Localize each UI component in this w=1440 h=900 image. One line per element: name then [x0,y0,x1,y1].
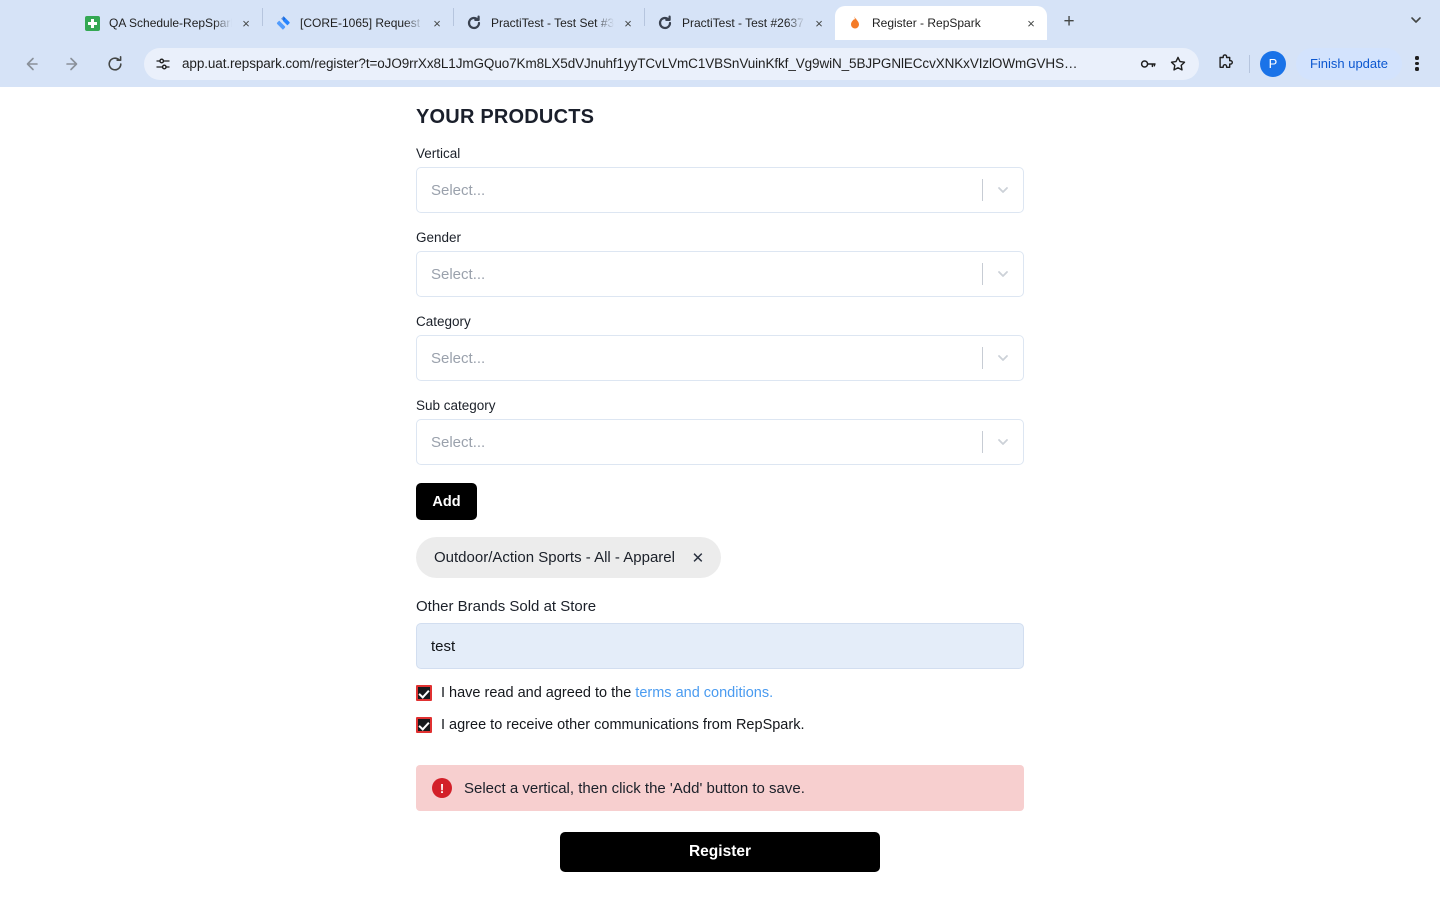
product-chip: Outdoor/Action Sports - All - Apparel ✕ [416,537,721,578]
address-bar[interactable]: app.uat.repspark.com/register?t=oJO9rrXx… [144,47,1199,80]
jira-icon [275,15,291,31]
browser-tab-register-repspark[interactable]: Register - RepSpark × [835,6,1047,40]
repspark-flame-icon [847,15,863,31]
terms-and-conditions-link[interactable]: terms and conditions. [635,685,773,701]
close-icon[interactable]: ✕ [683,543,713,573]
url-text: app.uat.repspark.com/register?t=oJO9rrXx… [182,56,1078,71]
select-gender[interactable]: Select... [416,251,1024,297]
tab-title: QA Schedule-RepSpark - Goo [109,16,232,30]
error-alert: ! Select a vertical, then click the 'Add… [416,765,1024,811]
terms-checkbox[interactable] [416,685,432,701]
select-category-value: Select... [431,349,486,367]
label-vertical: Vertical [416,146,461,161]
chevron-down-icon[interactable] [1402,6,1430,34]
terms-text: I have read and agreed to the [441,685,636,701]
communications-checkbox[interactable] [416,717,432,733]
label-category: Category [416,314,471,329]
select-category[interactable]: Select... [416,335,1024,381]
tab-close-icon[interactable]: × [236,13,256,33]
select-vertical[interactable]: Select... [416,167,1024,213]
tab-strip: QA Schedule-RepSpark - Goo × [CORE-1065]… [0,0,1440,40]
label-gender: Gender [416,230,462,245]
tab-title: PractiTest - Test #2637 - Veri [682,16,805,30]
select-sub-category[interactable]: Select... [416,419,1024,465]
error-exclamation-icon: ! [432,778,452,798]
chrome-menu-kebab-icon[interactable] [1404,49,1430,79]
password-key-icon[interactable] [1135,51,1161,77]
registration-form: YOUR PRODUCTS Vertical Select... Gender … [416,87,1024,872]
site-settings-icon[interactable] [150,51,176,77]
page-title: YOUR PRODUCTS [416,106,595,128]
google-sheets-icon [84,15,100,31]
extensions-puzzle-icon[interactable] [1211,49,1241,79]
tab-strip-right-controls [1402,0,1440,40]
browser-tab-qa-schedule[interactable]: QA Schedule-RepSpark - Goo × [72,6,262,40]
register-button-row: Register [416,832,1024,872]
label-sub-category: Sub category [416,398,496,413]
browser-chrome: QA Schedule-RepSpark - Goo × [CORE-1065]… [0,0,1440,87]
add-button[interactable]: Add [416,483,477,520]
tab-close-icon[interactable]: × [618,13,638,33]
error-alert-message: Select a vertical, then click the 'Add' … [464,779,805,797]
tab-title: [CORE-1065] Request Acces [300,16,423,30]
bookmark-star-icon[interactable] [1165,51,1191,77]
forward-icon[interactable] [58,49,88,79]
practitest-icon [466,15,482,31]
register-button[interactable]: Register [560,832,880,872]
reload-icon[interactable] [100,49,130,79]
chevron-down-icon[interactable] [983,167,1023,213]
chevron-down-icon[interactable] [983,335,1023,381]
tab-close-icon[interactable]: × [809,13,829,33]
back-icon[interactable] [16,49,46,79]
browser-tab-core-1065[interactable]: [CORE-1065] Request Acces × [263,6,453,40]
browser-tab-practitest-369[interactable]: PractiTest - Test Set #369 - R × [454,6,644,40]
communications-checkbox-label: I agree to receive other communications … [441,717,805,733]
page-content: YOUR PRODUCTS Vertical Select... Gender … [0,87,1440,900]
other-brands-input[interactable] [416,623,1024,669]
new-tab-button[interactable]: + [1055,8,1083,36]
select-gender-value: Select... [431,265,486,283]
communications-checkbox-row[interactable]: I agree to receive other communications … [416,717,1024,733]
label-other-brands: Other Brands Sold at Store [416,598,597,615]
tab-title: Register - RepSpark [872,16,981,30]
terms-checkbox-label: I have read and agreed to the terms and … [441,685,773,701]
add-button-row: Add [416,465,1024,520]
select-vertical-value: Select... [431,181,486,199]
chevron-down-icon[interactable] [983,251,1023,297]
practitest-icon [657,15,673,31]
selected-products-chips: Outdoor/Action Sports - All - Apparel ✕ [416,537,1024,578]
tab-title: PractiTest - Test Set #369 - R [491,16,614,30]
terms-checkbox-row[interactable]: I have read and agreed to the terms and … [416,685,1024,701]
toolbar-divider [1248,54,1250,73]
profile-avatar[interactable]: P [1259,50,1286,77]
tab-close-icon[interactable]: × [1021,13,1041,33]
browser-tab-practitest-2637[interactable]: PractiTest - Test #2637 - Veri × [645,6,835,40]
select-sub-category-value: Select... [431,433,486,451]
browser-toolbar: app.uat.repspark.com/register?t=oJO9rrXx… [0,40,1440,87]
finish-update-button[interactable]: Finish update [1295,47,1402,80]
chevron-down-icon[interactable] [983,419,1023,465]
tab-close-icon[interactable]: × [427,13,447,33]
product-chip-label: Outdoor/Action Sports - All - Apparel [434,549,675,566]
